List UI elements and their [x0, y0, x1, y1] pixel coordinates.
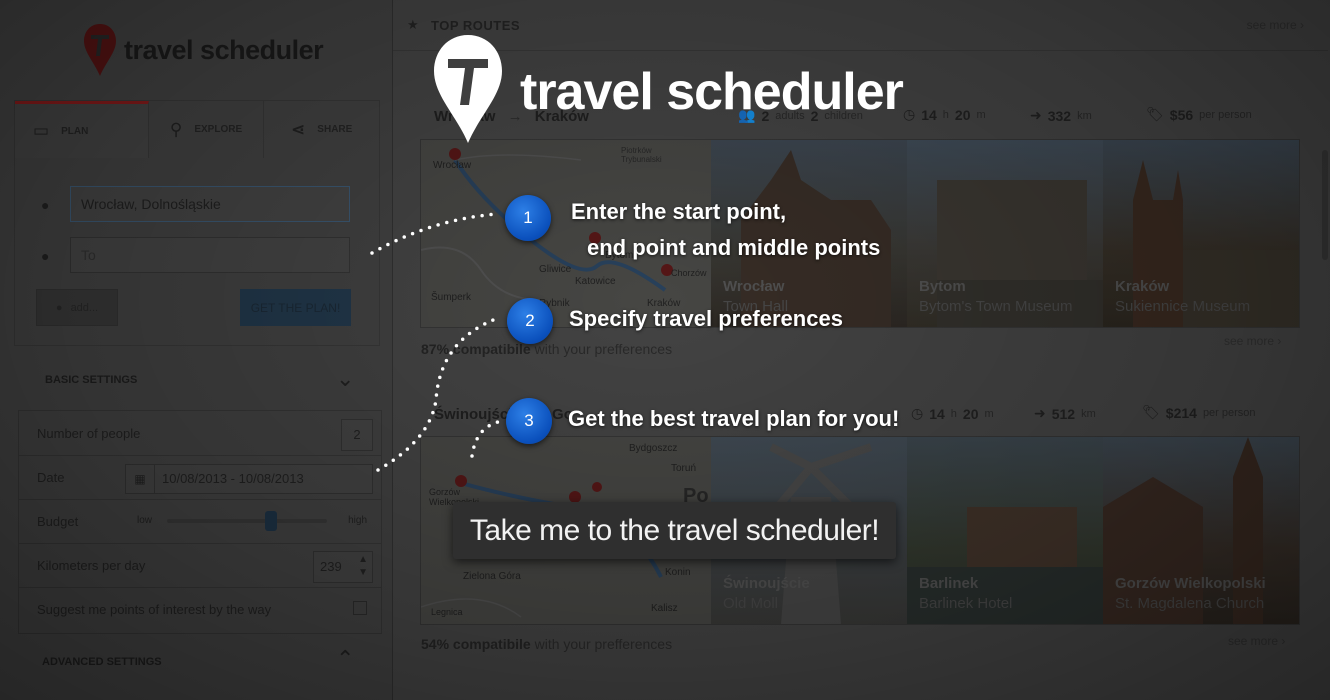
step-1: 1 Enter the start point, end point and m… — [505, 195, 880, 260]
step-2: 2 Specify travel preferences — [507, 298, 843, 344]
step-number-badge: 3 — [506, 398, 552, 444]
overlay-logo: travel scheduler — [432, 33, 904, 145]
step-3: 3 Get the best travel plan for you! — [506, 398, 899, 444]
step-number-badge: 1 — [505, 195, 551, 241]
step-text: Specify travel preferences — [569, 306, 843, 331]
step-text: end point and middle points — [587, 235, 881, 260]
step-text: Get the best travel plan for you! — [568, 406, 900, 431]
logo-pin-icon — [434, 35, 502, 143]
overlay-logo-text: travel scheduler — [520, 63, 904, 121]
step-number-badge: 2 — [507, 298, 553, 344]
start-scheduler-button[interactable]: Take me to the travel scheduler! — [453, 502, 896, 559]
step-text: Enter the start point, — [571, 199, 787, 224]
